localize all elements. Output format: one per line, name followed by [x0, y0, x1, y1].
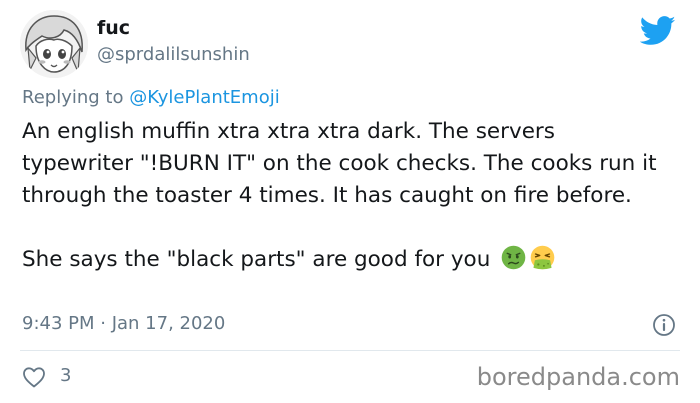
- twitter-bird-icon[interactable]: [640, 16, 676, 46]
- user-handle[interactable]: @sprdalilsunshin: [97, 44, 250, 66]
- heart-icon[interactable]: [22, 366, 46, 388]
- tweet-text: An english muffin xtra xtra xtra dark. T…: [22, 116, 672, 276]
- avatar-image: [20, 10, 88, 78]
- avatar[interactable]: [20, 10, 88, 78]
- tweet-card: fuc @sprdalilsunshin Replying to @KylePl…: [0, 0, 700, 403]
- tweet-paragraph-2: She says the "black parts" are good for …: [22, 244, 672, 276]
- like-count: 3: [60, 365, 72, 386]
- reply-mention-link[interactable]: @KylePlantEmoji: [129, 87, 280, 108]
- replying-to: Replying to @KylePlantEmoji: [22, 85, 280, 111]
- divider: [20, 350, 680, 351]
- replying-to-label: Replying to: [22, 87, 124, 108]
- tweet-timestamp[interactable]: 9:43 PM · Jan 17, 2020: [22, 312, 225, 336]
- display-name[interactable]: fuc: [97, 16, 130, 40]
- vomiting-face-emoji: [530, 245, 555, 270]
- nauseated-face-emoji: [501, 245, 526, 270]
- info-icon[interactable]: [652, 313, 676, 337]
- tweet-paragraph-2-text: She says the "black parts" are good for …: [22, 247, 491, 272]
- tweet-paragraph-1: An english muffin xtra xtra xtra dark. T…: [22, 119, 657, 208]
- boredpanda-watermark: boredpanda.com: [476, 363, 680, 391]
